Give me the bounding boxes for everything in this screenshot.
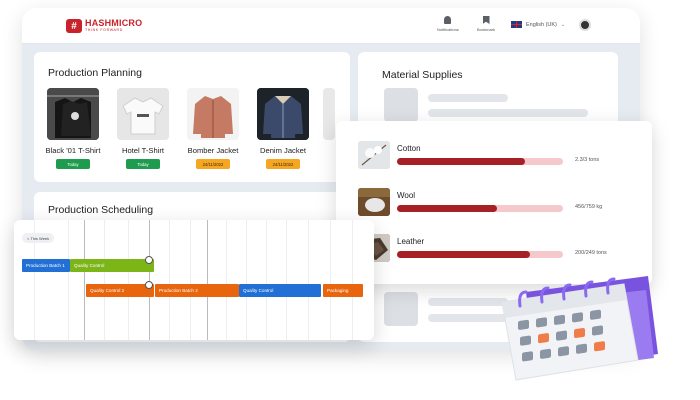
- gantt-gridline: [169, 220, 170, 340]
- product-list: Black '01 T-Shirt Today Hotel T-Shirt To…: [43, 88, 335, 169]
- chevron-down-icon: ⌄: [560, 21, 566, 28]
- gantt-gridline: [149, 220, 150, 340]
- language-selector[interactable]: English (UK) ⌄: [511, 21, 565, 28]
- production-planning-card: Production Planning Black '01 T-Shirt To…: [34, 52, 350, 182]
- material-row[interactable]: Wool 456/759 kg: [358, 188, 638, 216]
- gantt-gridline: [190, 220, 191, 340]
- hotel-tshirt-image: [117, 88, 169, 140]
- black-tshirt-image: [47, 88, 99, 140]
- gantt-gridline: [104, 220, 105, 340]
- milestone-marker[interactable]: [145, 281, 153, 289]
- top-bar: # HASHMICRO THINK FORWARD Notifications …: [22, 8, 640, 44]
- material-supplies-panel: Cotton 2.3/3 tons Wool 456/759 kg Leathe…: [336, 121, 652, 284]
- material-progress-fill: [397, 158, 525, 165]
- skeleton-line: [428, 298, 508, 306]
- status-badge: 24/11/2022: [266, 159, 300, 169]
- product-item-partial: [323, 88, 335, 169]
- bookmark-icon: [482, 16, 490, 24]
- gantt-gridline: [226, 220, 227, 340]
- material-row[interactable]: Leather 200/249 tons: [358, 234, 638, 262]
- skeleton-thumb: [384, 88, 418, 122]
- material-name: Wool: [397, 191, 416, 200]
- gantt-gridline: [266, 220, 267, 340]
- material-name: Leather: [397, 237, 425, 246]
- product-item[interactable]: Denim Jacket 24/11/2022: [253, 88, 313, 169]
- gantt-gridline: [352, 220, 353, 340]
- milestone-marker[interactable]: [145, 256, 153, 264]
- product-name: Black '01 T-Shirt: [45, 146, 101, 155]
- product-name: Hotel T-Shirt: [121, 146, 165, 155]
- material-value: 456/759 kg: [575, 204, 603, 210]
- product-item[interactable]: Hotel T-Shirt Today: [113, 88, 173, 169]
- gantt-gridline: [246, 220, 247, 340]
- gantt-task-bar[interactable]: Production Batch 1: [22, 259, 70, 272]
- material-supplies-title: Material Supplies: [382, 69, 463, 81]
- product-item[interactable]: Bomber Jacket 24/11/2022: [183, 88, 243, 169]
- brand-logo[interactable]: # HASHMICRO THINK FORWARD: [66, 19, 142, 33]
- material-progress-bar: [397, 205, 563, 212]
- product-item[interactable]: Black '01 T-Shirt Today: [43, 88, 103, 169]
- brand-name: HASHMICRO: [85, 18, 143, 29]
- notifications-label: Notifications: [437, 27, 459, 32]
- material-row[interactable]: Cotton 2.3/3 tons: [358, 141, 638, 169]
- gantt-task-bar[interactable]: Quality Control: [70, 259, 154, 272]
- avatar[interactable]: [579, 19, 591, 31]
- material-value: 2.3/3 tons: [575, 157, 600, 163]
- gantt-task-bar[interactable]: Quality Control: [239, 284, 321, 297]
- production-scheduling-title: Production Scheduling: [48, 204, 154, 216]
- material-progress-fill: [397, 205, 497, 212]
- bell-icon: [444, 16, 452, 24]
- skeleton-thumb: [384, 292, 418, 326]
- cotton-image: [358, 141, 390, 169]
- material-progress-bar: [397, 158, 563, 165]
- material-name: Cotton: [397, 144, 421, 153]
- gantt-gridline: [286, 220, 287, 340]
- hashmicro-logo-icon: #: [66, 19, 82, 33]
- status-badge: Today: [56, 159, 90, 169]
- notifications-button[interactable]: Notifications: [437, 16, 459, 32]
- gantt-gridline: [330, 220, 331, 340]
- this-week-button[interactable]: < This Week: [22, 233, 55, 243]
- skeleton-line: [428, 109, 588, 117]
- status-badge: Today: [126, 159, 160, 169]
- gantt-gridline: [308, 220, 309, 340]
- language-label: English (UK): [526, 21, 557, 28]
- product-name: Bomber Jacket: [187, 146, 239, 155]
- wool-image: [358, 188, 390, 216]
- denim-jacket-image: [257, 88, 309, 140]
- calendar-illustration-icon: [501, 276, 658, 381]
- product-name: Denim Jacket: [259, 146, 306, 155]
- material-progress-bar: [397, 251, 563, 258]
- brand-tagline: THINK FORWARD: [85, 28, 123, 33]
- gantt-task-bar[interactable]: Production Batch 2: [155, 284, 239, 297]
- product-image: [323, 88, 335, 140]
- gantt-gridline: [84, 220, 85, 340]
- gantt-task-bar[interactable]: Quality Control 2: [86, 284, 154, 297]
- gantt-task-bar[interactable]: Packaging: [323, 284, 363, 297]
- material-value: 200/249 tons: [575, 250, 607, 256]
- status-badge: 24/11/2022: [196, 159, 230, 169]
- page-stage: # HASHMICRO THINK FORWARD Notifications …: [0, 0, 700, 400]
- bookmark-label: Bookmark: [477, 27, 496, 32]
- production-planning-title: Production Planning: [48, 67, 142, 79]
- skeleton-line: [428, 94, 508, 102]
- gantt-gridline: [128, 220, 129, 340]
- production-scheduling-gantt: < This Week Production Batch 1 Quality C…: [14, 220, 374, 340]
- gantt-gridline: [207, 220, 208, 340]
- uk-flag-icon: [511, 21, 522, 28]
- bookmark-button[interactable]: Bookmark: [477, 16, 495, 32]
- material-progress-fill: [397, 251, 530, 258]
- bomber-jacket-image: [187, 88, 239, 140]
- gantt-gridline: [68, 220, 69, 340]
